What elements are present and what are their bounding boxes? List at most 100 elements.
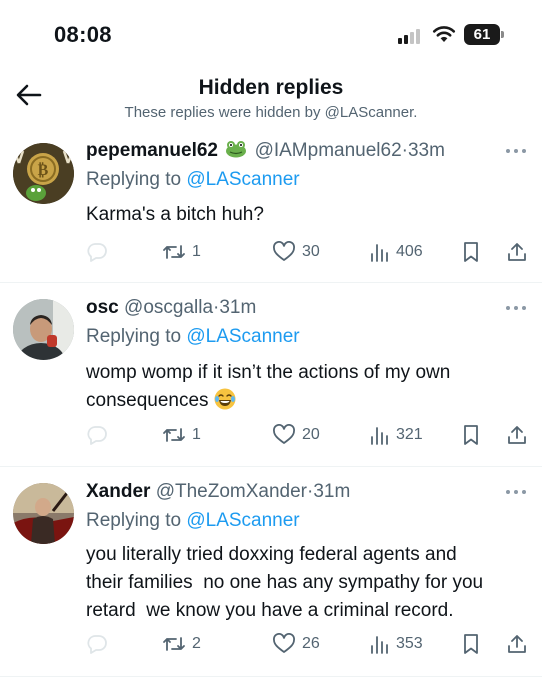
bookmark-button[interactable] <box>460 239 482 265</box>
display-name[interactable]: pepemanuel62 <box>86 140 218 161</box>
views-icon <box>371 244 388 262</box>
reply-text: you literally tried doxxing federal agen… <box>86 541 526 625</box>
reply-text-line: their families no one has any sympathy f… <box>86 572 484 593</box>
frog-emoji-icon <box>225 140 247 158</box>
views-icon <box>371 636 388 654</box>
like-button[interactable]: 20 <box>272 422 320 448</box>
page-header: Hidden replies These replies were hidden… <box>0 64 542 128</box>
battery-icon: 61 <box>464 24 504 45</box>
retweet-icon <box>163 637 185 651</box>
reply-tweet[interactable]: ₿ pepemanuel62 @IAMpmanuel62·33m Replyin… <box>0 131 542 283</box>
views-button[interactable]: 321 <box>368 422 423 448</box>
views-count: 321 <box>396 426 423 443</box>
timestamp[interactable]: 33m <box>408 140 445 161</box>
views-button[interactable]: 353 <box>368 631 423 657</box>
status-bar: 08:08 61 <box>0 0 542 64</box>
reply-icon <box>87 426 107 445</box>
reply-text-line: womp womp if it isn’t the actions of my … <box>86 362 451 383</box>
replying-to-mention[interactable]: @LAScanner <box>186 169 299 190</box>
user-handle[interactable]: @oscgalla <box>124 297 213 318</box>
replying-to-label: Replying to <box>86 169 182 190</box>
replying-to-mention[interactable]: @LAScanner <box>186 510 299 531</box>
replying-to-label: Replying to <box>86 510 182 531</box>
timestamp[interactable]: 31m <box>219 297 256 318</box>
battery-level: 61 <box>464 24 500 45</box>
avatar[interactable] <box>13 483 74 544</box>
reply-header: pepemanuel62 @IAMpmanuel62·33m <box>86 140 445 162</box>
views-button[interactable]: 406 <box>368 239 423 265</box>
heart-icon <box>273 633 295 653</box>
avatar[interactable] <box>13 299 74 360</box>
like-count: 26 <box>302 635 320 652</box>
replying-to-label: Replying to <box>86 326 182 347</box>
share-button[interactable] <box>506 631 528 657</box>
laughing-emoji-icon <box>213 387 237 411</box>
replying-to: Replying to @LAScanner <box>86 326 300 348</box>
action-bar: 1 30 406 <box>86 239 532 265</box>
reply-icon <box>87 635 107 654</box>
reply-text-line: you literally tried doxxing federal agen… <box>86 544 457 565</box>
wifi-icon <box>432 24 456 44</box>
display-name[interactable]: Xander <box>86 481 150 502</box>
reply-button[interactable] <box>86 422 108 448</box>
svg-text:₿: ₿ <box>38 160 49 179</box>
action-bar: 2 26 353 <box>86 631 532 657</box>
user-handle[interactable]: @TheZomXander <box>156 481 307 502</box>
bookmark-icon <box>464 425 478 445</box>
share-button[interactable] <box>506 422 528 448</box>
bookmark-button[interactable] <box>460 631 482 657</box>
replying-to: Replying to @LAScanner <box>86 169 300 191</box>
reply-header: Xander @TheZomXander·31m <box>86 481 350 503</box>
user-handle[interactable]: @IAMpmanuel62 <box>255 140 402 161</box>
views-count: 353 <box>396 635 423 652</box>
heart-icon <box>273 241 295 261</box>
more-options-icon[interactable] <box>506 149 528 155</box>
retweet-icon <box>163 245 185 259</box>
like-count: 20 <box>302 426 320 443</box>
reply-text: Karma's a bitch huh? <box>86 201 526 229</box>
retweet-count: 1 <box>192 243 201 260</box>
retweet-icon <box>163 428 185 442</box>
reply-header: osc @oscgalla·31m <box>86 297 256 319</box>
share-icon <box>508 426 526 444</box>
action-bar: 1 20 321 <box>86 422 532 448</box>
page-subtitle: These replies were hidden by @LAScanner. <box>124 104 418 121</box>
retweet-button[interactable]: 1 <box>162 239 201 265</box>
bookmark-icon <box>464 242 478 262</box>
views-count: 406 <box>396 243 423 260</box>
reply-text-segment: consequences <box>86 390 209 411</box>
more-options-icon[interactable] <box>506 306 528 312</box>
display-name[interactable]: osc <box>86 297 119 318</box>
replying-to-mention[interactable]: @LAScanner <box>186 326 299 347</box>
retweet-button[interactable]: 1 <box>162 422 201 448</box>
reply-text-line: consequences <box>86 387 526 415</box>
reply-text: womp womp if it isn’t the actions of my … <box>86 359 526 415</box>
reply-icon <box>87 243 107 262</box>
heart-icon <box>273 424 295 444</box>
retweet-count: 2 <box>192 635 201 652</box>
like-count: 30 <box>302 243 320 260</box>
cellular-signal-icon <box>398 28 426 44</box>
reply-text-line: retard we know you have a criminal recor… <box>86 600 454 621</box>
page-title: Hidden replies <box>198 76 344 99</box>
bookmark-button[interactable] <box>460 422 482 448</box>
status-time: 08:08 <box>54 22 112 47</box>
like-button[interactable]: 26 <box>272 631 320 657</box>
retweet-count: 1 <box>192 426 201 443</box>
more-options-icon[interactable] <box>506 490 528 496</box>
retweet-button[interactable]: 2 <box>162 631 201 657</box>
bookmark-icon <box>464 634 478 654</box>
reply-button[interactable] <box>86 239 108 265</box>
timestamp[interactable]: 31m <box>313 481 350 502</box>
share-icon <box>508 635 526 653</box>
avatar[interactable]: ₿ <box>13 143 74 204</box>
reply-tweet[interactable]: osc @oscgalla·31m Replying to @LAScanner… <box>0 283 542 467</box>
replying-to: Replying to @LAScanner <box>86 510 300 532</box>
views-icon <box>371 427 388 445</box>
reply-button[interactable] <box>86 631 108 657</box>
reply-text-line: Karma's a bitch huh? <box>86 204 264 225</box>
share-icon <box>508 243 526 261</box>
share-button[interactable] <box>506 239 528 265</box>
reply-tweet[interactable]: Xander @TheZomXander·31m Replying to @LA… <box>0 467 542 677</box>
like-button[interactable]: 30 <box>272 239 320 265</box>
